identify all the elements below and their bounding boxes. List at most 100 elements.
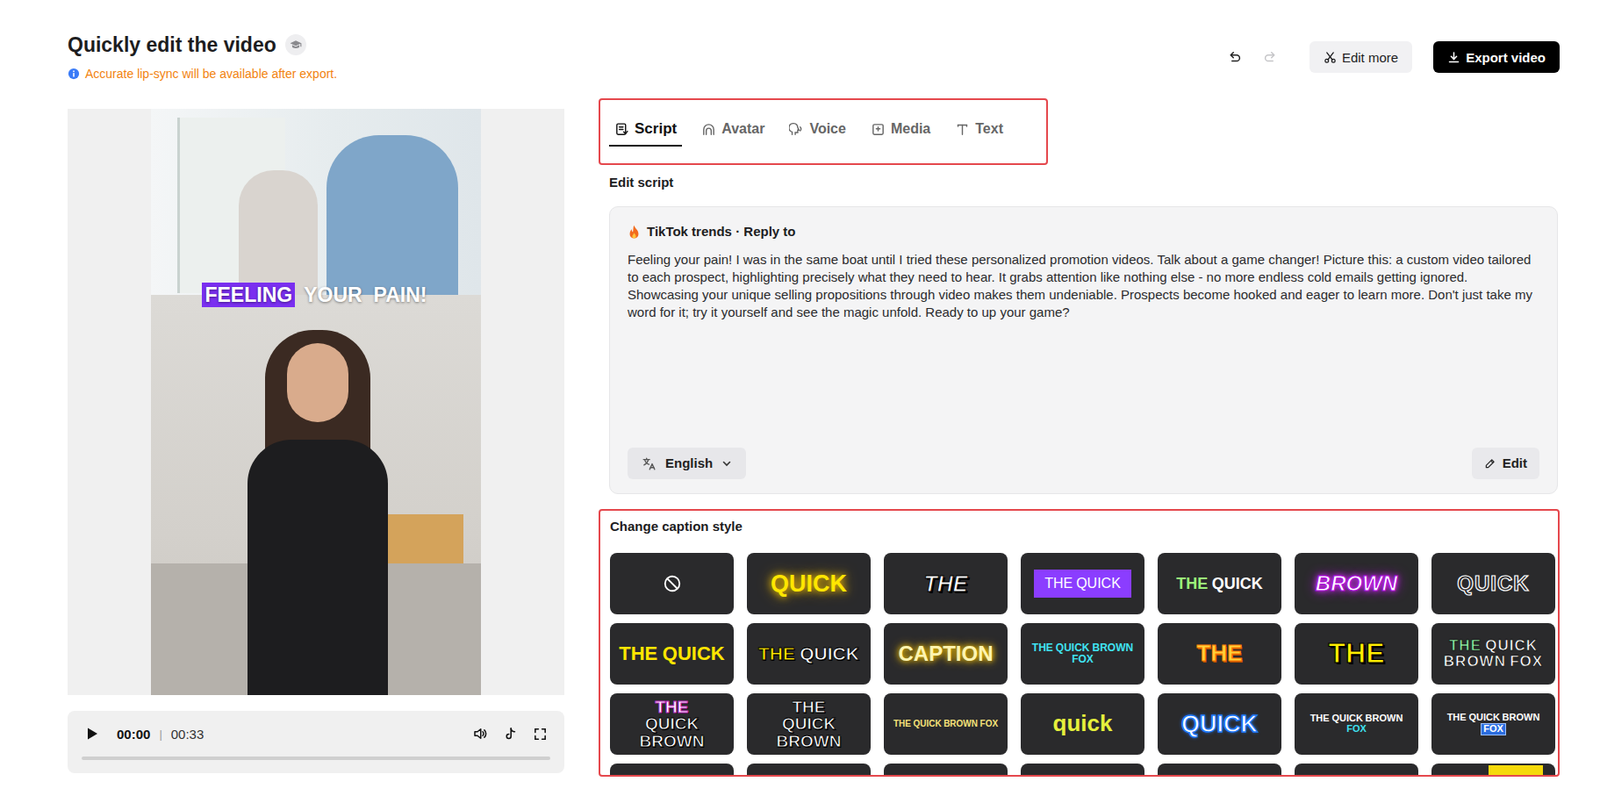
tab[interactable]: Text xyxy=(949,100,1009,147)
caption-word: PAIN! xyxy=(371,282,431,308)
video-frame: FEELINGYOURPAIN! xyxy=(150,108,481,696)
edit-panel: ScriptAvatarVoiceMediaTextEdit scriptTik… xyxy=(598,98,1560,777)
tab[interactable]: Media xyxy=(865,100,936,147)
caption-style-tile[interactable]: THEQUICK xyxy=(1157,552,1282,615)
caption-style-tile[interactable]: QUICK xyxy=(1431,552,1556,615)
caption-style-tile[interactable]: THE xyxy=(1294,623,1419,685)
player-controls: 00:00 | 00:33 xyxy=(81,721,551,747)
tab[interactable]: Script xyxy=(609,100,682,147)
video-editor-page: Quickly edit the video Accurate lip-sync … xyxy=(0,0,1600,796)
caption-sample: THEQUICK xyxy=(1033,569,1132,599)
face-shape xyxy=(286,343,349,423)
script-tag: TikTok trends · Reply to xyxy=(627,222,1540,241)
player-bar: 00:00 | 00:33 xyxy=(67,710,565,774)
pencil-icon xyxy=(1484,457,1497,470)
caption-sample: THE xyxy=(1323,638,1391,669)
video-photo-presenter xyxy=(150,294,481,696)
caption-style-tile[interactable]: THEQUICKBROWNFOX xyxy=(883,693,1008,755)
chevron-down-icon xyxy=(721,458,732,469)
caption-sample: THEQUICK xyxy=(753,644,865,664)
caption-style-tile[interactable] xyxy=(1020,763,1145,777)
progress-track[interactable] xyxy=(81,756,551,761)
tab[interactable]: Voice xyxy=(783,100,852,147)
fullscreen-button[interactable] xyxy=(529,723,551,745)
caption-style-tile[interactable]: THEQUICKBROWNFOX xyxy=(1020,623,1145,685)
volume-button[interactable] xyxy=(469,723,491,745)
text-icon xyxy=(954,121,970,137)
caption-sample: THE xyxy=(918,572,974,596)
caption-style-tile[interactable]: THEQUICKBROWNFOX xyxy=(1294,693,1419,755)
current-time: 00:00 xyxy=(116,726,151,742)
caption-style-tile[interactable]: THE xyxy=(1157,623,1282,685)
graduation-cap-icon xyxy=(289,38,302,51)
caption-style-tile[interactable]: THEQUICKBROWNFOX xyxy=(1431,693,1556,755)
caption-style-tile[interactable]: THEQUICKBROWN xyxy=(746,693,871,755)
avatar-icon xyxy=(701,121,717,137)
caption-style-tile[interactable]: QUICK xyxy=(746,552,871,615)
video-photo-office xyxy=(150,108,481,295)
caption-style-tile[interactable] xyxy=(1157,763,1282,777)
caption-style-tile[interactable]: THEQUICK xyxy=(746,623,871,685)
caption-word: FEELING xyxy=(201,282,295,308)
caption-style-tile[interactable]: BROWN xyxy=(1294,552,1419,615)
page-title: Quickly edit the video xyxy=(67,31,277,58)
top-bar: Quickly edit the video Accurate lip-sync … xyxy=(0,0,1600,99)
video-preview: FEELINGYOURPAIN! xyxy=(67,108,565,696)
caption-style-grid: QUICKTHETHEQUICKTHEQUICKBROWNQUICKTHEQUI… xyxy=(609,552,1558,777)
caption-sample: THEQUICK xyxy=(613,643,730,664)
caption-sample: BROWN xyxy=(1310,572,1403,595)
caption-overlay: FEELINGYOURPAIN! xyxy=(150,282,481,308)
caption-sample: quick xyxy=(1047,711,1119,736)
caption-style-tile[interactable] xyxy=(1294,763,1419,777)
fullscreen-icon xyxy=(532,726,548,742)
caption-style-tile[interactable] xyxy=(883,763,1008,777)
dress-shape xyxy=(247,439,388,696)
caption-style-tile[interactable] xyxy=(609,763,734,777)
caption-style-tile[interactable]: CAPTION xyxy=(883,623,1008,685)
duration: 00:33 xyxy=(171,726,205,742)
caption-style-tile[interactable] xyxy=(609,552,734,615)
lip-sync-notice: Accurate lip-sync will be available afte… xyxy=(67,65,338,82)
caption-style-tile[interactable]: THEQUICKBROWN xyxy=(609,693,734,755)
language-dropdown[interactable]: English xyxy=(627,447,747,480)
caption-word: YOUR xyxy=(301,282,365,308)
tab[interactable]: Avatar xyxy=(695,100,770,147)
tiktok-preview-button[interactable] xyxy=(499,723,521,745)
undo-button[interactable] xyxy=(1221,41,1247,73)
caption-sample: THEQUICKBROWN xyxy=(771,698,847,750)
play-button[interactable] xyxy=(81,723,103,745)
volume-icon xyxy=(472,725,488,742)
caption-style-tile[interactable]: THEQUICK xyxy=(1020,552,1145,615)
caption-style-tile[interactable]: QUICK xyxy=(1157,693,1282,755)
play-icon xyxy=(85,726,100,741)
caption-sample: THEQUICKBROWNFOX xyxy=(1433,712,1554,735)
media-icon xyxy=(870,121,886,137)
yellow-highlight-sample xyxy=(1488,765,1543,777)
tiktok-icon xyxy=(502,726,518,742)
edit-script-button[interactable]: Edit xyxy=(1471,447,1540,480)
caption-sample: THEQUICKBROWNFOX xyxy=(888,719,1004,730)
editor-main: FEELINGYOURPAIN! 00:00 | 00:33 Script Avatar V… xyxy=(0,98,1600,777)
export-video-button[interactable]: Export video xyxy=(1433,41,1560,73)
caption-style-tile[interactable]: THEQUICKBROWNFOX xyxy=(1431,623,1556,685)
caption-style-tile[interactable] xyxy=(746,763,871,777)
redo-icon xyxy=(1262,49,1279,65)
caption-style-tile[interactable]: quick xyxy=(1020,693,1145,755)
download-icon xyxy=(1447,50,1461,65)
caption-sample: THEQUICK xyxy=(1170,575,1269,593)
edit-more-button[interactable]: Edit more xyxy=(1309,41,1413,73)
caption-style-panel: Change caption styleQUICKTHETHEQUICKTHEQ… xyxy=(598,509,1560,777)
caption-style-tile[interactable]: THE xyxy=(883,552,1008,615)
script-text[interactable]: Feeling your pain! I was in the same boa… xyxy=(627,251,1540,322)
no-caption-icon xyxy=(662,573,682,594)
caption-style-tile[interactable] xyxy=(1431,763,1556,777)
redo-button[interactable] xyxy=(1258,41,1284,73)
title-block: Quickly edit the video Accurate lip-sync … xyxy=(67,31,338,82)
voice-icon xyxy=(789,121,804,137)
script-icon xyxy=(614,121,630,137)
script-card: TikTok trends · Reply to Feeling your pai… xyxy=(609,206,1558,495)
tutorial-badge[interactable] xyxy=(285,34,307,56)
time-separator: | xyxy=(158,727,162,741)
title-row: Quickly edit the video xyxy=(67,31,338,58)
caption-style-tile[interactable]: THEQUICK xyxy=(609,623,734,685)
